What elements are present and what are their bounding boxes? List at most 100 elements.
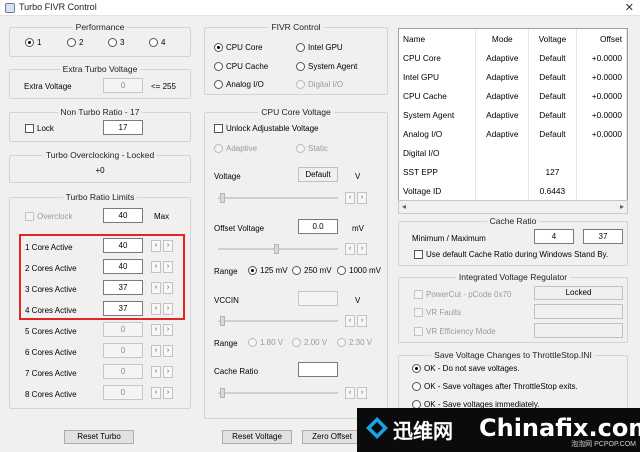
reset-turbo-button[interactable]: Reset Turbo — [64, 430, 134, 444]
increase-button[interactable]: › — [357, 192, 367, 204]
scroll-right-icon[interactable]: ▸ — [620, 202, 624, 211]
radio-icon — [67, 38, 76, 47]
radio-icon — [296, 43, 305, 52]
extra-voltage-label: Extra Voltage — [24, 82, 72, 91]
core-ratio-field[interactable]: 0 — [103, 322, 143, 337]
radio-icon — [214, 144, 223, 153]
radio-selected-icon — [214, 43, 223, 52]
decrease-button[interactable]: ‹ — [151, 324, 161, 336]
watermark-brand: Chinafix.com — [479, 414, 640, 442]
fivr-option-intel-gpu[interactable]: Intel GPU — [296, 43, 343, 52]
increase-button[interactable]: › — [163, 324, 173, 336]
range-250-radio[interactable]: 250 mV — [292, 266, 332, 275]
vr-efficiency-checkbox[interactable]: VR Efficiency Mode — [414, 327, 496, 336]
fivr-option-system-agent[interactable]: System Agent — [296, 62, 357, 71]
window-title: Turbo FIVR Control — [19, 2, 97, 12]
non-turbo-field[interactable]: 17 — [103, 120, 143, 135]
vccin-field[interactable] — [298, 291, 338, 306]
fivr-option-digital-io[interactable]: Digital I/O — [296, 80, 343, 89]
core-ratio-field[interactable]: 0 — [103, 364, 143, 379]
save-title: Save Voltage Changes to ThrottleStop.INI — [431, 350, 595, 360]
lock-checkbox[interactable]: Lock — [25, 124, 54, 133]
table-row: Analog I/O Adaptive Default +0.0000 — [399, 124, 628, 143]
extra-turbo-title: Extra Turbo Voltage — [59, 64, 141, 74]
core-voltage-title: CPU Core Voltage — [258, 107, 334, 117]
performance-title: Performance — [72, 22, 128, 32]
decrease-button[interactable]: ‹ — [151, 366, 161, 378]
checkbox-icon — [214, 124, 223, 133]
default-cache-ratio-checkbox[interactable]: Use default Cache Ratio during Windows S… — [414, 250, 608, 259]
radio-icon — [149, 38, 158, 47]
extra-voltage-field[interactable]: 0 — [103, 78, 143, 93]
cache-max-field[interactable]: 37 — [583, 229, 623, 244]
voltage-slider[interactable] — [218, 193, 338, 203]
fivr-title: FIVR Control — [268, 22, 324, 32]
vccin-range-200-radio[interactable]: 2.00 V — [292, 338, 327, 347]
radio-icon — [292, 338, 301, 347]
performance-option-1[interactable]: 1 — [25, 38, 41, 47]
save-option-after-exit[interactable]: OK - Save voltages after ThrottleStop ex… — [412, 382, 578, 391]
app-icon — [5, 3, 15, 13]
performance-option-4[interactable]: 4 — [149, 38, 165, 47]
mode-static-radio[interactable]: Static — [296, 144, 328, 153]
checkbox-icon — [414, 250, 423, 259]
cache-ratio-slider[interactable] — [218, 388, 338, 398]
locked-indicator: Locked — [534, 286, 623, 300]
voltage-field[interactable]: Default — [298, 167, 338, 182]
reset-voltage-button[interactable]: Reset Voltage — [222, 430, 292, 444]
core-row-label: 7 Cores Active — [25, 369, 77, 378]
vr-faults-checkbox[interactable]: VR Faults — [414, 308, 461, 317]
cache-ratio-field[interactable] — [298, 362, 338, 377]
powercut-checkbox[interactable]: PowerCut - pCode 0x70 — [414, 290, 511, 299]
save-option-no-save[interactable]: OK - Do not save voltages. — [412, 364, 520, 373]
mode-adaptive-radio[interactable]: Adaptive — [214, 144, 257, 153]
radio-icon — [108, 38, 117, 47]
fivr-option-analog-io[interactable]: Analog I/O — [214, 80, 264, 89]
checkbox-icon — [25, 124, 34, 133]
offset-voltage-slider[interactable] — [218, 244, 338, 254]
increase-button[interactable]: › — [163, 387, 173, 399]
column-header: Voltage — [528, 29, 577, 48]
core-ratio-field[interactable]: 0 — [103, 385, 143, 400]
fivr-option-cpu-core[interactable]: CPU Core — [214, 43, 262, 52]
vccin-range-180-radio[interactable]: 1.80 V — [248, 338, 283, 347]
offset-voltage-field[interactable]: 0.0 — [298, 219, 338, 234]
close-button[interactable]: ✕ — [625, 1, 634, 14]
increase-button[interactable]: › — [163, 345, 173, 357]
turbo-oc-value: +0 — [95, 166, 105, 175]
checkbox-icon — [25, 212, 34, 221]
cache-min-field[interactable]: 4 — [534, 229, 574, 244]
table-row: Intel GPU Adaptive Default +0.0000 — [399, 67, 628, 86]
range-1000-radio[interactable]: 1000 mV — [337, 266, 381, 275]
overclock-max-field[interactable]: 40 — [103, 208, 143, 223]
decrease-button[interactable]: ‹ — [345, 192, 355, 204]
range-125-radio[interactable]: 125 mV — [248, 266, 288, 275]
increase-button[interactable]: › — [357, 243, 367, 255]
table-scrollbar[interactable]: ◂ ▸ — [398, 200, 628, 214]
core-ratio-field[interactable]: 0 — [103, 343, 143, 358]
zero-offset-button[interactable]: Zero Offset — [302, 430, 362, 444]
vccin-range-230-radio[interactable]: 2.30 V — [337, 338, 372, 347]
unlock-voltage-checkbox[interactable]: Unlock Adjustable Voltage — [214, 124, 319, 133]
scroll-left-icon[interactable]: ◂ — [402, 202, 406, 211]
decrease-button[interactable]: ‹ — [345, 387, 355, 399]
overclock-checkbox[interactable]: Overclock — [25, 212, 73, 221]
vccin-slider[interactable] — [218, 316, 338, 326]
decrease-button[interactable]: ‹ — [151, 345, 161, 357]
decrease-button[interactable]: ‹ — [151, 387, 161, 399]
decrease-button[interactable]: ‹ — [345, 243, 355, 255]
radio-icon — [248, 338, 257, 347]
performance-option-3[interactable]: 3 — [108, 38, 124, 47]
non-turbo-title: Non Turbo Ratio - 17 — [57, 107, 143, 117]
fivr-option-cpu-cache[interactable]: CPU Cache — [214, 62, 268, 71]
performance-option-2[interactable]: 2 — [67, 38, 83, 47]
increase-button[interactable]: › — [357, 315, 367, 327]
increase-button[interactable]: › — [357, 387, 367, 399]
turbo-limits-title: Turbo Ratio Limits — [62, 192, 138, 202]
radio-selected-icon — [412, 364, 421, 373]
increase-button[interactable]: › — [163, 366, 173, 378]
watermark-cn-text: 迅维网 — [393, 419, 453, 443]
voltage-label: Voltage — [214, 172, 241, 181]
decrease-button[interactable]: ‹ — [345, 315, 355, 327]
max-label: Max — [154, 212, 170, 221]
